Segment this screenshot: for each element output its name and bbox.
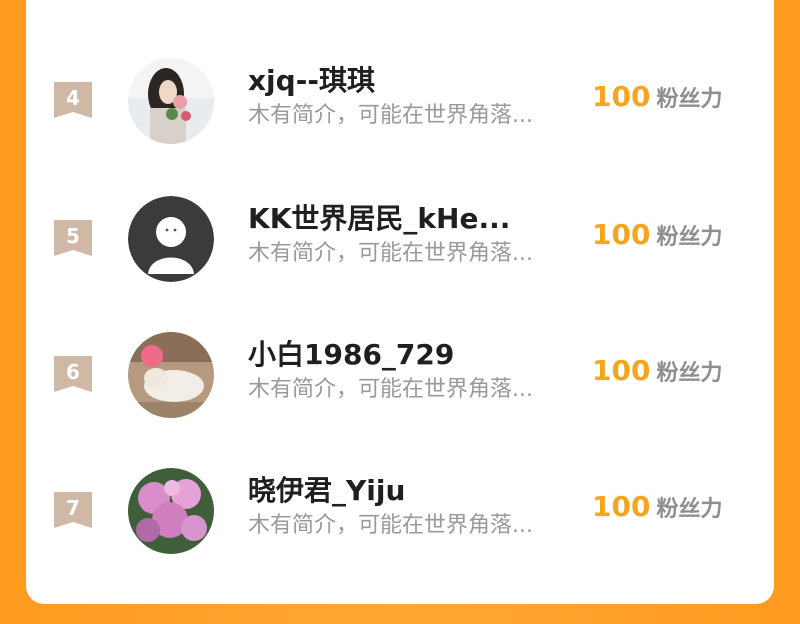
fans-label: 粉丝力: [656, 225, 723, 250]
rank-number: 7: [66, 496, 80, 520]
fans-label: 粉丝力: [656, 87, 723, 112]
user-bio: 木有简介，可能在世界角落...: [248, 513, 533, 538]
user-name[interactable]: xjq--琪琪: [248, 64, 375, 98]
fans-stat: 100 粉丝力: [592, 218, 722, 256]
rank-badge: 7: [54, 492, 92, 530]
user-name[interactable]: 小白1986_729: [248, 338, 454, 372]
fans-stat: 100 粉丝力: [592, 354, 722, 392]
rank-number: 4: [66, 86, 80, 110]
rank-number: 6: [66, 360, 80, 384]
list-item[interactable]: 5 KK世界居民_kHe... 木有简介，可能在世界角落... 100 粉丝力: [0, 194, 800, 304]
avatar[interactable]: [128, 332, 214, 418]
list-item[interactable]: 7 晓伊君_Yiju 木有简介，可能在世界角落... 100 粉丝力: [0, 466, 800, 576]
rank-badge: 4: [54, 82, 92, 120]
user-bio: 木有简介，可能在世界角落...: [248, 241, 533, 266]
fans-stat: 100 粉丝力: [592, 80, 722, 118]
fans-label: 粉丝力: [656, 497, 723, 522]
fans-count: 100: [592, 80, 651, 113]
user-bio: 木有简介，可能在世界角落...: [248, 103, 533, 128]
list-item[interactable]: 4 xjq--琪琪 木有简介，可能在世界角落... 100 粉丝力: [0, 56, 800, 166]
fans-count: 100: [592, 490, 651, 523]
fans-count: 100: [592, 218, 651, 251]
rank-number: 5: [66, 224, 80, 248]
fans-stat: 100 粉丝力: [592, 490, 722, 528]
rank-badge: 6: [54, 356, 92, 394]
avatar[interactable]: [128, 58, 214, 144]
rank-badge: 5: [54, 220, 92, 258]
avatar[interactable]: [128, 468, 214, 554]
default-user-avatar-icon[interactable]: [128, 196, 214, 282]
fans-count: 100: [592, 354, 651, 387]
fans-label: 粉丝力: [656, 361, 723, 386]
list-item[interactable]: 6 小白1986_729 木有简介，可能在世界角落... 100 粉丝力: [0, 330, 800, 440]
user-name[interactable]: KK世界居民_kHe...: [248, 202, 510, 236]
user-bio: 木有简介，可能在世界角落...: [248, 377, 533, 402]
user-name[interactable]: 晓伊君_Yiju: [248, 474, 405, 508]
